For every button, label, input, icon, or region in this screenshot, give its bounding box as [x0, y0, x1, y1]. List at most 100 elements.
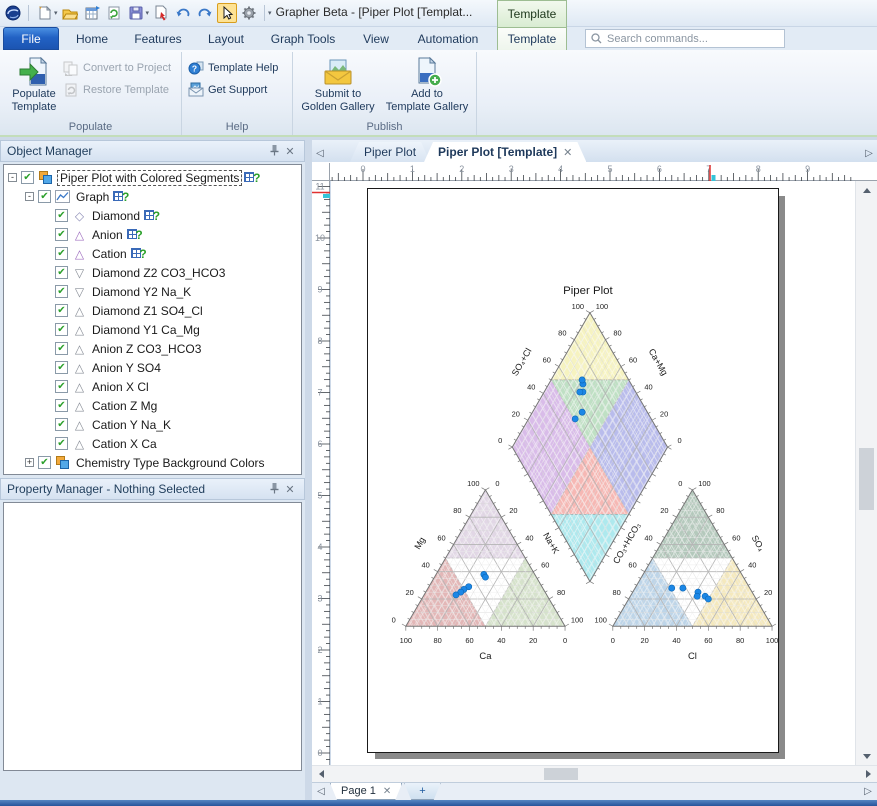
doc-tab-scroll-left-icon[interactable]: ◁ [312, 144, 328, 162]
undo-icon[interactable] [173, 3, 193, 23]
svg-text:0: 0 [495, 479, 499, 488]
page-tab[interactable]: Page 1 ✕ [330, 783, 402, 800]
add-to-template-gallery-button[interactable]: Add to Template Gallery [381, 54, 473, 113]
page-tab-scroll-right-icon[interactable]: ▷ [859, 786, 877, 797]
doc-tab-piper-plot-template[interactable]: Piper Plot [Template] ✕ [424, 142, 586, 162]
visibility-checkbox[interactable]: ✔ [55, 285, 68, 298]
populate-field-icon[interactable]: ? [127, 228, 143, 242]
svg-text:40: 40 [497, 636, 505, 645]
visibility-checkbox[interactable]: ✔ [55, 437, 68, 450]
hscroll-thumb[interactable] [544, 768, 578, 780]
tree-item[interactable]: -✔Graph? [4, 187, 301, 206]
vertical-scrollbar[interactable] [855, 181, 877, 765]
tab-automation[interactable]: Automation [408, 27, 488, 50]
scroll-left-icon[interactable] [314, 766, 328, 782]
add-page-tab[interactable]: + [404, 783, 440, 800]
vscroll-thumb[interactable] [859, 448, 874, 510]
visibility-checkbox[interactable]: ✔ [55, 399, 68, 412]
save-icon[interactable] [126, 3, 146, 23]
svg-text:Ca: Ca [479, 651, 492, 662]
visibility-checkbox[interactable]: ✔ [55, 418, 68, 431]
svg-text:20: 20 [764, 588, 772, 597]
tree-item[interactable]: ✔△Diamond Y1 Ca_Mg [4, 320, 301, 339]
tree-item[interactable]: ✔△Anion Z CO3_HCO3 [4, 339, 301, 358]
template-help-button[interactable]: ? Template Help [188, 58, 278, 78]
tree-item[interactable]: +✔Chemistry Type Background Colors [4, 453, 301, 472]
expand-icon[interactable]: + [25, 458, 34, 467]
scroll-down-icon[interactable] [856, 749, 877, 763]
collapse-icon[interactable]: - [8, 173, 17, 182]
populate-field-icon[interactable]: ? [113, 190, 129, 204]
save-dropdown-arrow[interactable]: ▾ [146, 9, 150, 17]
visibility-checkbox[interactable]: ✔ [55, 228, 68, 241]
visibility-checkbox[interactable]: ✔ [38, 190, 51, 203]
restore-template-button[interactable]: Restore Template [63, 80, 169, 100]
visibility-checkbox[interactable]: ✔ [55, 304, 68, 317]
svg-text:SO₄: SO₄ [750, 533, 767, 553]
new-dropdown-arrow[interactable]: ▾ [54, 9, 58, 17]
populate-template-button[interactable]: Populate Template [8, 54, 60, 113]
svg-text:100: 100 [572, 302, 584, 311]
close-icon[interactable]: ✕ [282, 483, 298, 496]
tree-item[interactable]: ✔△Anion Y SO4 [4, 358, 301, 377]
page-tab-scroll-left-icon[interactable]: ◁ [312, 786, 330, 797]
tree-item[interactable]: ✔△Cation Z Mg [4, 396, 301, 415]
close-page-icon[interactable]: ✕ [383, 786, 391, 797]
search-commands-box[interactable]: Search commands... [585, 29, 785, 48]
new-document-icon[interactable] [34, 3, 54, 23]
visibility-checkbox[interactable]: ✔ [55, 247, 68, 260]
drawing-canvas[interactable]: 0204060801000204060801000204060801000204… [331, 181, 855, 765]
tree-item[interactable]: ✔△Diamond Z1 SO4_Cl [4, 301, 301, 320]
tab-home[interactable]: Home [64, 27, 120, 50]
new-worksheet-icon[interactable] [82, 3, 102, 23]
tree-item[interactable]: ✔▽Diamond Z2 CO3_HCO3 [4, 263, 301, 282]
pin-icon[interactable] [266, 144, 282, 159]
populate-field-icon[interactable]: ? [131, 247, 147, 261]
tree-item[interactable]: ✔△Cation? [4, 244, 301, 263]
submit-to-golden-gallery-button[interactable]: Submit to Golden Gallery [298, 54, 378, 113]
visibility-checkbox[interactable]: ✔ [55, 380, 68, 393]
visibility-checkbox[interactable]: ✔ [55, 361, 68, 374]
visibility-checkbox[interactable]: ✔ [55, 342, 68, 355]
close-icon[interactable]: ✕ [282, 145, 298, 158]
get-support-button[interactable]: Get Support [188, 80, 267, 100]
plot-page[interactable]: 0204060801000204060801000204060801000204… [367, 188, 779, 753]
tree-item[interactable]: ✔◇Diamond? [4, 206, 301, 225]
doc-tab-scroll-right-icon[interactable]: ▷ [861, 144, 877, 162]
pin-icon[interactable] [266, 482, 282, 497]
open-file-icon[interactable] [60, 3, 80, 23]
visibility-checkbox[interactable]: ✔ [55, 323, 68, 336]
visibility-checkbox[interactable]: ✔ [21, 171, 34, 184]
tree-item[interactable]: ✔△Anion X Cl [4, 377, 301, 396]
scroll-right-icon[interactable] [861, 766, 875, 782]
tree-item[interactable]: ✔△Anion? [4, 225, 301, 244]
reload-links-icon[interactable] [104, 3, 124, 23]
convert-to-project-button[interactable]: Convert to Project [63, 58, 171, 78]
export-icon[interactable] [151, 3, 171, 23]
grapher-logo-icon[interactable] [3, 3, 23, 23]
tab-file[interactable]: File [3, 27, 59, 50]
scroll-up-icon[interactable] [856, 183, 877, 197]
populate-field-icon[interactable]: ? [244, 171, 260, 185]
tab-features[interactable]: Features [126, 27, 190, 50]
piper-plot[interactable]: 0204060801000204060801000204060801000204… [368, 189, 778, 752]
tab-layout[interactable]: Layout [198, 27, 254, 50]
visibility-checkbox[interactable]: ✔ [55, 209, 68, 222]
tab-template[interactable]: Template [497, 27, 567, 50]
tab-view[interactable]: View [352, 27, 400, 50]
doc-tab-piper-plot[interactable]: Piper Plot [350, 142, 430, 162]
redo-icon[interactable] [195, 3, 215, 23]
visibility-checkbox[interactable]: ✔ [55, 266, 68, 279]
tree-item[interactable]: ✔△Cation Y Na_K [4, 415, 301, 434]
collapse-icon[interactable]: - [25, 192, 34, 201]
layers-icon [38, 171, 54, 185]
populate-field-icon[interactable]: ? [144, 209, 160, 223]
horizontal-scrollbar[interactable] [312, 765, 877, 782]
tree-item[interactable]: -✔Piper Plot with Colored Segments? [4, 168, 301, 187]
tree-item[interactable]: ✔▽Diamond Y2 Na_K [4, 282, 301, 301]
tree-item[interactable]: ✔△Cation X Ca [4, 434, 301, 453]
close-tab-icon[interactable]: ✕ [563, 146, 572, 159]
visibility-checkbox[interactable]: ✔ [38, 456, 51, 469]
tab-graph-tools[interactable]: Graph Tools [262, 27, 344, 50]
pointer-tool-icon[interactable] [217, 3, 237, 23]
